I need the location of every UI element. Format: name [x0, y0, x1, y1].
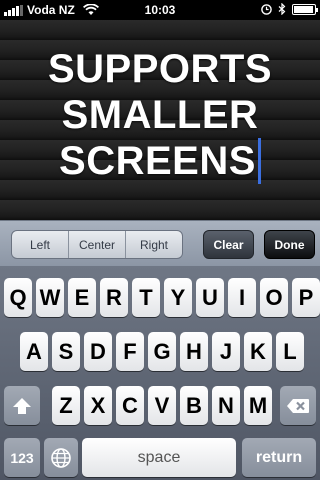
key-k[interactable]: K	[244, 332, 272, 371]
shift-key[interactable]	[4, 386, 40, 425]
key-u[interactable]: U	[196, 278, 224, 317]
key-n[interactable]: N	[212, 386, 240, 425]
key-j[interactable]: J	[212, 332, 240, 371]
key-r[interactable]: R	[100, 278, 128, 317]
keyboard: Q W E R T Y U I O P A S D F G H J K L Z …	[0, 266, 320, 480]
key-d[interactable]: D	[84, 332, 112, 371]
battery-icon	[292, 3, 318, 15]
align-right-button[interactable]: Right	[126, 231, 182, 258]
text-cursor	[257, 138, 261, 184]
key-a[interactable]: A	[20, 332, 48, 371]
key-s[interactable]: S	[52, 332, 80, 371]
alignment-segmented-control: Left Center Right	[11, 230, 183, 259]
backspace-icon	[287, 398, 309, 413]
key-h[interactable]: H	[180, 332, 208, 371]
key-q[interactable]: Q	[4, 278, 32, 317]
key-t[interactable]: T	[132, 278, 160, 317]
alarm-icon	[261, 3, 272, 15]
bluetooth-icon	[278, 3, 286, 15]
key-i[interactable]: I	[228, 278, 256, 317]
text-board[interactable]: SUPPORTS SMALLER SCREENS	[0, 20, 320, 220]
delete-key[interactable]	[280, 386, 316, 425]
align-left-button[interactable]: Left	[12, 231, 69, 258]
numbers-key[interactable]: 123	[4, 438, 40, 477]
key-g[interactable]: G	[148, 332, 176, 371]
globe-key[interactable]	[44, 438, 78, 477]
done-button[interactable]: Done	[264, 230, 315, 259]
status-right	[261, 3, 318, 15]
return-key[interactable]: return	[242, 438, 316, 477]
space-key[interactable]: space	[82, 438, 236, 477]
key-o[interactable]: O	[260, 278, 288, 317]
clear-button[interactable]: Clear	[203, 230, 254, 259]
key-b[interactable]: B	[180, 386, 208, 425]
battery-fill	[294, 5, 313, 13]
key-p[interactable]: P	[292, 278, 320, 317]
board-line-3-wrap: SCREENS	[59, 138, 261, 184]
board-line-2: SMALLER	[61, 93, 259, 137]
align-center-button[interactable]: Center	[69, 231, 126, 258]
key-l[interactable]: L	[276, 332, 304, 371]
key-v[interactable]: V	[148, 386, 176, 425]
status-bar: Voda NZ 10:03	[0, 0, 320, 20]
keyboard-toolbar: Left Center Right Clear Done	[0, 220, 320, 266]
board-line-3: SCREENS	[59, 139, 256, 183]
key-m[interactable]: M	[244, 386, 272, 425]
key-x[interactable]: X	[84, 386, 112, 425]
key-z[interactable]: Z	[52, 386, 80, 425]
key-f[interactable]: F	[116, 332, 144, 371]
key-e[interactable]: E	[68, 278, 96, 317]
key-y[interactable]: Y	[164, 278, 192, 317]
board-line-1: SUPPORTS	[47, 47, 273, 91]
key-c[interactable]: C	[116, 386, 144, 425]
shift-arrow-icon	[13, 397, 31, 414]
globe-icon	[51, 447, 71, 468]
key-w[interactable]: W	[36, 278, 64, 317]
